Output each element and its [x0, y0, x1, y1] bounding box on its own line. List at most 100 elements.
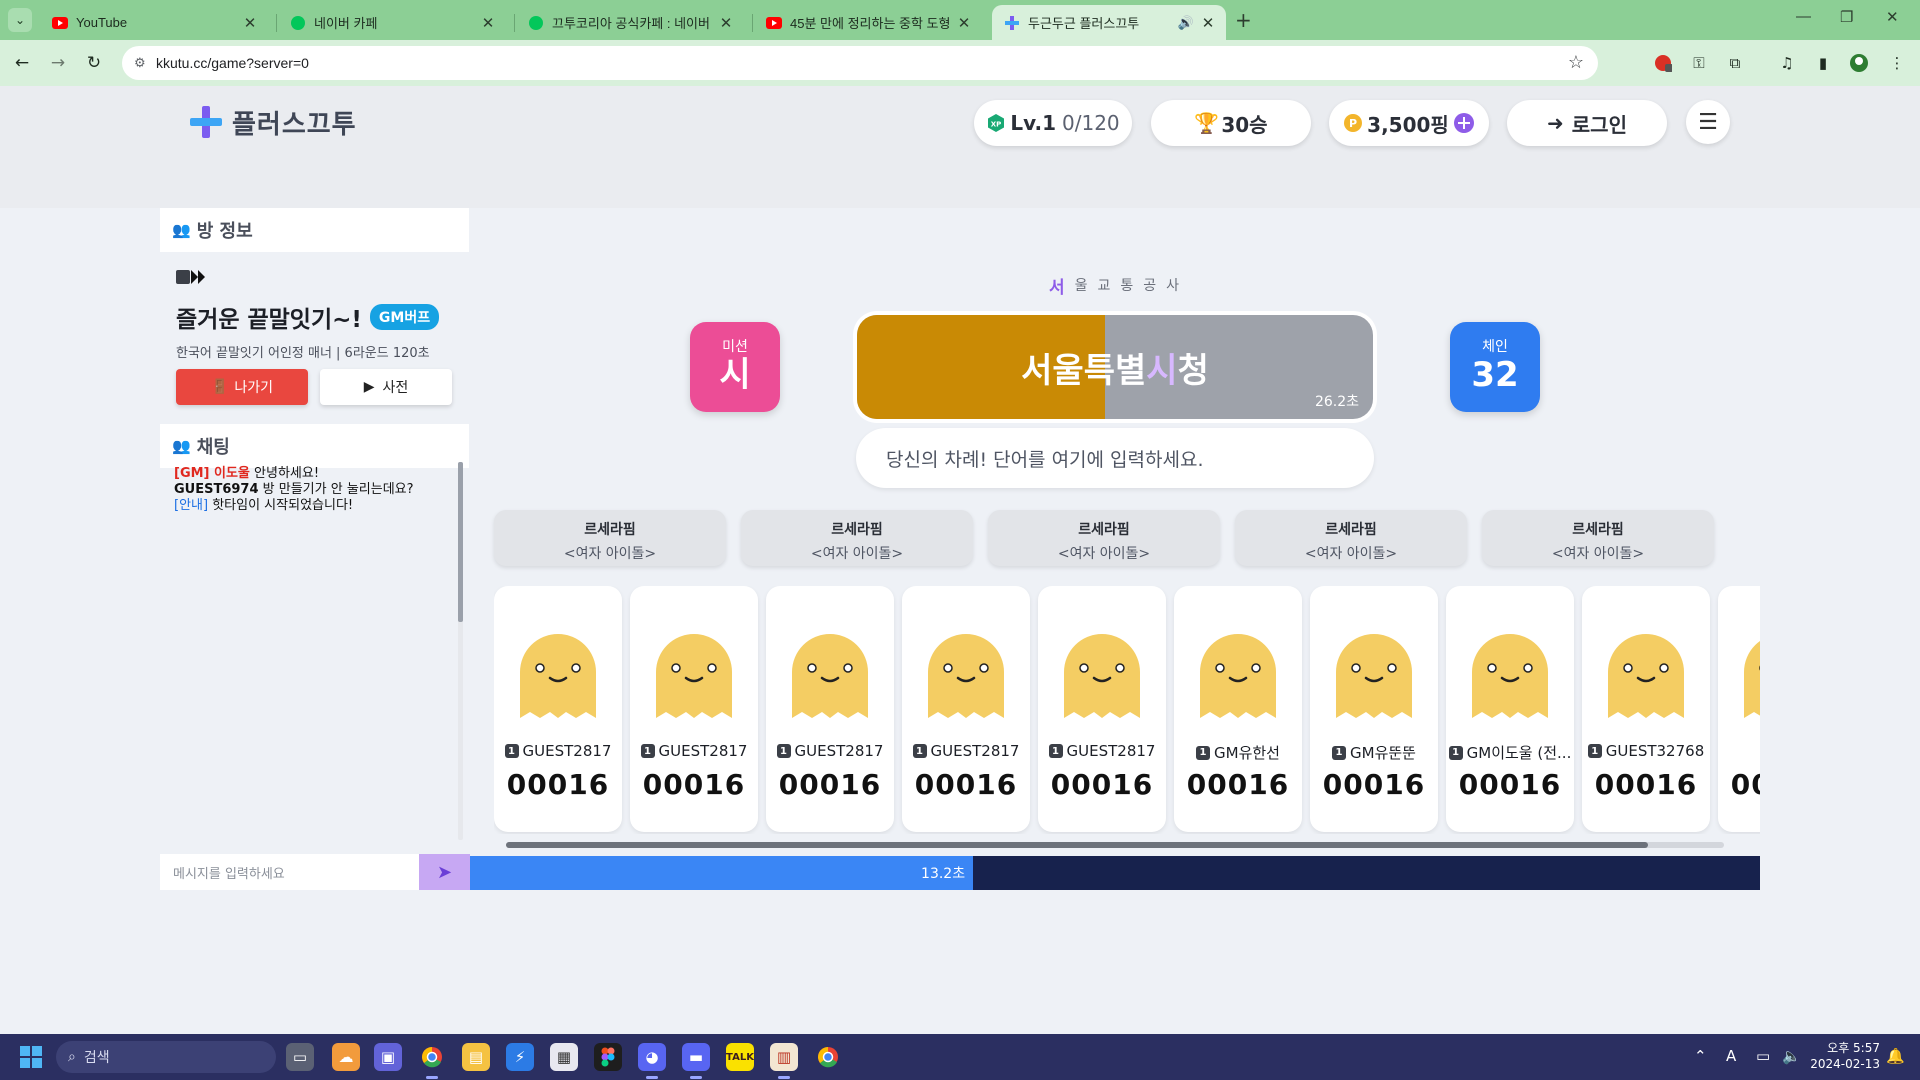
chat-input[interactable]: 메시지를 입력하세요: [160, 854, 419, 890]
notification-bell-icon[interactable]: 🔔: [1886, 1047, 1905, 1065]
restore-button[interactable]: ❐: [1840, 8, 1853, 26]
reload-icon[interactable]: ↻: [80, 49, 108, 77]
chat-log-panel: [GM] 이도울 안녕하세요! GUEST6974 방 만들기가 안 눌리는데요…: [160, 452, 469, 852]
player-list-scrollbar[interactable]: [506, 842, 1724, 848]
player-list: 1 GUEST2817 00016 1 GUEST2817 00016 1 GUEST2817…: [494, 586, 1760, 834]
player-name-text: GM이도울 (전...: [1466, 744, 1572, 762]
wins-badge[interactable]: 🏆 30승: [1151, 100, 1311, 146]
address-bar[interactable]: ⚙ kkutu.cc/game?server=0 ☆: [122, 46, 1598, 80]
bookmark-star-icon[interactable]: ☆: [1568, 52, 1584, 73]
close-icon[interactable]: ✕: [242, 14, 258, 32]
player-card[interactable]: 1 GM유한선 00016: [1174, 586, 1302, 832]
login-icon: ➜: [1547, 111, 1564, 135]
player-name: 1 GUEST2817: [630, 742, 758, 760]
site-logo[interactable]: 플러스끄투: [188, 104, 357, 140]
taskbar-search[interactable]: ⌕ 검색: [56, 1041, 276, 1073]
room-title: 즐거운 끝말잇기~! GM버프: [176, 300, 453, 334]
player-level-badge: 1: [776, 744, 791, 758]
player-card[interactable]: 1 GUEST2817 00016: [494, 586, 622, 832]
add-points-icon[interactable]: [1453, 112, 1475, 134]
hamburger-menu-icon[interactable]: ☰: [1686, 100, 1730, 144]
close-window-button[interactable]: ✕: [1886, 8, 1899, 26]
close-icon[interactable]: ✕: [718, 14, 734, 32]
browser-menu-icon[interactable]: ⋮: [1886, 52, 1908, 74]
player-avatar: [1608, 634, 1684, 718]
volume-icon[interactable]: 🔈: [1782, 1047, 1801, 1065]
player-avatar: [1744, 641, 1760, 718]
player-card[interactable]: 1 GM이도울 (전... 00016: [1446, 586, 1574, 832]
player-card[interactable]: 1 GUEST32768 00016: [1582, 586, 1710, 832]
chat-message: GUEST6974 방 만들기가 안 눌리는데요?: [174, 482, 414, 497]
ime-indicator[interactable]: A: [1726, 1047, 1736, 1065]
network-icon[interactable]: ▭: [1756, 1047, 1770, 1065]
hint-card: 르세라핌 <여자 아이돌>: [494, 510, 726, 566]
speaker-icon[interactable]: 🔊: [1178, 15, 1194, 31]
player-level-badge: 1: [912, 744, 927, 758]
points-badge[interactable]: P 3,500핑: [1329, 100, 1489, 146]
new-tab-button[interactable]: +: [1235, 8, 1252, 32]
tab-naver-cafe[interactable]: 네이버 카페 ✕: [278, 5, 506, 40]
system-clock[interactable]: 오후 5:57 2024-02-13: [1808, 1040, 1880, 1072]
chrome-icon[interactable]: [418, 1043, 446, 1071]
figma-icon[interactable]: [594, 1043, 622, 1071]
player-name: 1 GUEST32768: [1582, 742, 1710, 760]
player-name-text: GUEST2817: [658, 742, 748, 760]
answer-input[interactable]: 당신의 차례! 단어를 여기에 입력하세요.: [856, 428, 1374, 488]
tab-youtube[interactable]: YouTube ✕: [40, 5, 268, 40]
chain-label: 체인: [1482, 339, 1508, 355]
chevron-up-icon[interactable]: ⌃: [1694, 1047, 1707, 1065]
windows-start-icon[interactable]: [20, 1046, 42, 1068]
media-control-icon[interactable]: ♫: [1776, 52, 1798, 74]
chat-scrollbar-thumb[interactable]: [458, 462, 463, 622]
level-text: Lv.1: [1010, 111, 1057, 135]
dictionary-button[interactable]: ▶ 사전: [320, 369, 452, 405]
teams-icon[interactable]: ▣: [374, 1043, 402, 1071]
tab-plus-kkutu[interactable]: 두근두근 플러스끄투 🔊 ✕: [992, 5, 1226, 40]
file-explorer-icon[interactable]: ▤: [462, 1043, 490, 1071]
player-card[interactable]: 1 GUEST2817 00016: [1038, 586, 1166, 832]
tab-search-button[interactable]: ⌄: [8, 8, 32, 32]
side-panel-icon[interactable]: ▮: [1812, 52, 1834, 74]
close-icon[interactable]: ✕: [1200, 14, 1216, 32]
discord-icon[interactable]: ◕: [638, 1043, 666, 1071]
room-info-title: 방 정보: [196, 221, 253, 242]
exp-text: 0/120: [1062, 111, 1120, 135]
puzzle-extensions-icon[interactable]: ⧉: [1724, 52, 1746, 74]
tab-kkutu-cafe[interactable]: 끄투코리아 공식카페 : 네이버 ✕: [516, 5, 744, 40]
chrome-icon[interactable]: [814, 1043, 842, 1071]
player-card[interactable]: 1정 00016: [1718, 586, 1760, 832]
notepad-icon[interactable]: ▥: [770, 1043, 798, 1071]
task-view-icon[interactable]: ▭: [286, 1043, 314, 1071]
send-button[interactable]: ➤: [419, 854, 470, 890]
player-avatar: [656, 634, 732, 718]
kakaotalk-icon[interactable]: TALK: [726, 1043, 754, 1071]
player-list-scrollbar-thumb[interactable]: [506, 842, 1648, 848]
chat-app-icon[interactable]: ▬: [682, 1043, 710, 1071]
hint-char: 서: [1048, 277, 1065, 298]
site-info-icon[interactable]: ⚙: [134, 55, 146, 71]
tab-youtube-lecture[interactable]: 45분 만에 정리하는 중학 도형 ✕: [754, 5, 982, 40]
extension-icon[interactable]: [1652, 52, 1674, 74]
level-badge[interactable]: XP Lv.1 0/120: [974, 100, 1132, 146]
exit-button[interactable]: 🚪 나가기: [176, 369, 308, 405]
plus-kkutu-icon: [1004, 15, 1020, 31]
forward-arrow-icon[interactable]: →: [44, 49, 72, 77]
player-card[interactable]: 1 GUEST2817 00016: [630, 586, 758, 832]
close-icon[interactable]: ✕: [480, 14, 496, 32]
login-button[interactable]: ➜ 로그인: [1507, 100, 1667, 146]
profile-avatar-icon[interactable]: [1848, 52, 1870, 74]
store-icon[interactable]: ▦: [550, 1043, 578, 1071]
key-extension-icon[interactable]: ⚿: [1688, 52, 1710, 74]
player-level-badge: 1: [1332, 745, 1347, 760]
weather-icon[interactable]: ☁: [332, 1043, 360, 1071]
player-card[interactable]: 1 GUEST2817 00016: [766, 586, 894, 832]
player-level-badge: 1: [640, 744, 655, 758]
chain-count: 32: [1471, 355, 1519, 395]
player-avatar: [520, 634, 596, 718]
app-icon[interactable]: ⚡: [506, 1043, 534, 1071]
minimize-button[interactable]: —: [1796, 8, 1811, 25]
player-card[interactable]: 1 GM유뚠뚠 00016: [1310, 586, 1438, 832]
player-card[interactable]: 1 GUEST2817 00016: [902, 586, 1030, 832]
close-icon[interactable]: ✕: [956, 14, 972, 32]
back-arrow-icon[interactable]: ←: [8, 49, 36, 77]
